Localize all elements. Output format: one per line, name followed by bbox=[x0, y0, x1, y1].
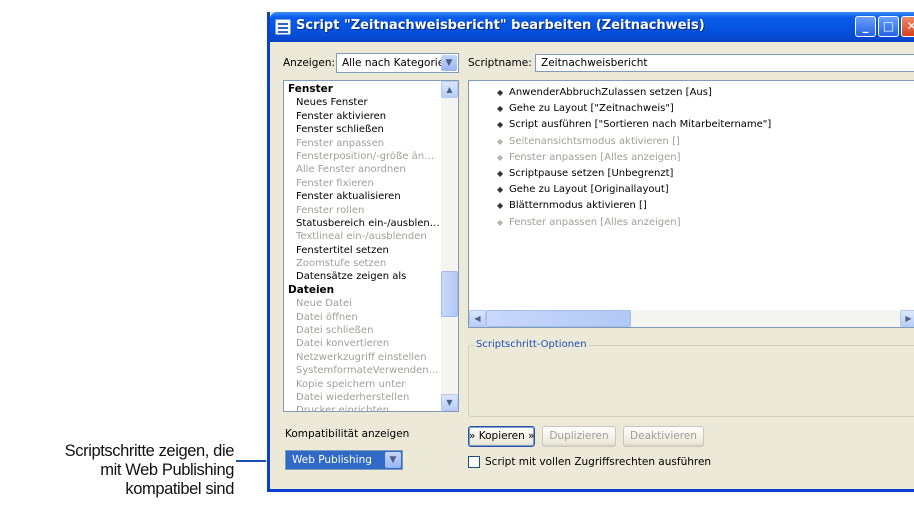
script-step-row[interactable]: ◆ Gehe zu Layout [Originallayout] bbox=[497, 184, 669, 195]
category-step-item[interactable]: Zoomstufe setzen bbox=[287, 257, 440, 270]
chevron-down-icon[interactable]: ▼ bbox=[441, 55, 457, 71]
script-icon bbox=[275, 19, 291, 35]
step-category-list[interactable]: Fenster Neues Fenster Fenster aktivieren Fe… bbox=[283, 80, 459, 412]
step-move-handle-icon[interactable]: ◆ bbox=[497, 88, 509, 97]
chevron-down-icon[interactable]: ▼ bbox=[385, 452, 401, 468]
minimize-button[interactable]: _ bbox=[855, 16, 876, 37]
compatibility-value: Web Publishing bbox=[292, 454, 372, 466]
script-step-text: Gehe zu Layout ["Zeitnachweis"] bbox=[509, 103, 674, 115]
step-move-handle-icon[interactable]: ◆ bbox=[497, 104, 509, 113]
category-step-item[interactable]: Datei öffnen bbox=[287, 311, 440, 324]
show-category-value: Alle nach Kategorie bbox=[342, 57, 445, 69]
category-step-item[interactable]: Textlineal ein-/ausblenden bbox=[287, 230, 440, 243]
callout-line-1: Scriptschritte zeigen, die bbox=[64, 442, 235, 460]
script-step-text: Script ausführen ["Sortieren nach Mitarb… bbox=[509, 119, 772, 131]
step-move-handle-icon[interactable]: ◆ bbox=[497, 137, 509, 146]
step-move-handle-icon[interactable]: ◆ bbox=[497, 218, 509, 227]
scriptname-label: Scriptname: bbox=[468, 57, 532, 69]
script-step-row[interactable]: ◆ Fenster anpassen [Alles anzeigen] bbox=[497, 152, 681, 163]
script-step-text: Blätternmodus aktivieren [] bbox=[509, 200, 647, 212]
script-step-text: Gehe zu Layout [Originallayout] bbox=[509, 184, 669, 196]
category-step-item[interactable]: Fenster anpassen bbox=[287, 137, 440, 150]
script-step-row[interactable]: ◆ Blätternmodus aktivieren [] bbox=[497, 200, 647, 211]
step-move-handle-icon[interactable]: ◆ bbox=[497, 120, 509, 129]
script-step-row[interactable]: ◆ AnwenderAbbruchZulassen setzen [Aus] bbox=[497, 87, 712, 98]
category-step-item[interactable]: Drucker einrichten bbox=[287, 404, 440, 411]
category-step-item[interactable]: Fenstertitel setzen bbox=[287, 244, 440, 257]
script-editor-window: Script "Zeitnachweisbericht" bearbeiten … bbox=[267, 12, 914, 492]
callout-line-3: kompatibel sind bbox=[125, 480, 234, 498]
category-step-item[interactable]: Kopie speichern unter bbox=[287, 378, 440, 391]
close-button[interactable]: ✕ bbox=[901, 16, 914, 37]
category-step-item[interactable]: Alle Fenster anordnen bbox=[287, 163, 440, 176]
steps-horizontal-scrollbar[interactable]: ◀ ▶ bbox=[469, 310, 914, 327]
step-move-handle-icon[interactable]: ◆ bbox=[497, 201, 509, 210]
show-label: Anzeigen: bbox=[283, 57, 336, 69]
category-scrollbar[interactable]: ▲ ▼ bbox=[441, 81, 458, 411]
category-header[interactable]: Fenster bbox=[287, 83, 440, 96]
category-step-item[interactable]: Fenster fixieren bbox=[287, 177, 440, 190]
category-step-item[interactable]: Fenster aktivieren bbox=[287, 110, 440, 123]
title-bar[interactable]: Script "Zeitnachweisbericht" bearbeiten … bbox=[270, 12, 914, 42]
callout-line-2: mit Web Publishing bbox=[100, 461, 234, 479]
compatibility-select[interactable]: Web Publishing ▼ bbox=[285, 450, 403, 470]
category-step-item[interactable]: Datei konvertieren bbox=[287, 337, 440, 350]
duplicate-button[interactable]: Duplizieren bbox=[542, 426, 616, 447]
category-step-item[interactable]: Netzwerkzugriff einstellen bbox=[287, 351, 440, 364]
category-step-item[interactable]: Neues Fenster bbox=[287, 96, 440, 109]
category-header[interactable]: Dateien bbox=[287, 284, 440, 297]
callout-annotation: Scriptschritte zeigen, die mit Web Publi… bbox=[0, 442, 235, 499]
script-step-row[interactable]: ◆ Gehe zu Layout ["Zeitnachweis"] bbox=[497, 103, 674, 114]
full-access-label: Script mit vollen Zugriffsrechten ausfüh… bbox=[485, 456, 712, 468]
callout-pointer bbox=[236, 460, 266, 462]
deactivate-button[interactable]: Deaktivieren bbox=[623, 426, 704, 447]
step-move-handle-icon[interactable]: ◆ bbox=[497, 153, 509, 162]
script-step-text: Fenster anpassen [Alles anzeigen] bbox=[509, 151, 681, 163]
script-step-text: AnwenderAbbruchZulassen setzen [Aus] bbox=[509, 87, 712, 98]
step-options-title: Scriptschritt-Optionen bbox=[474, 339, 589, 350]
window-title: Script "Zeitnachweisbericht" bearbeiten … bbox=[296, 18, 705, 33]
script-steps-panel[interactable]: ◆ AnwenderAbbruchZulassen setzen [Aus] ◆ Ge… bbox=[468, 80, 914, 328]
category-step-item[interactable]: Datei wiederherstellen bbox=[287, 391, 440, 404]
category-step-item[interactable]: Datei schließen bbox=[287, 324, 440, 337]
scroll-up-icon[interactable]: ▲ bbox=[441, 81, 458, 98]
scriptname-input[interactable]: Zeitnachweisbericht bbox=[535, 54, 914, 72]
copy-button[interactable]: » Kopieren » bbox=[468, 426, 535, 447]
scrollbar-thumb[interactable] bbox=[441, 271, 458, 317]
horizontal-scrollbar-thumb[interactable] bbox=[486, 310, 631, 327]
show-category-select[interactable]: Alle nach Kategorie ▼ bbox=[336, 53, 459, 73]
full-access-checkbox[interactable] bbox=[468, 456, 480, 468]
script-step-row[interactable]: ◆ Seitenansichtsmodus aktivieren [] bbox=[497, 136, 680, 147]
maximize-button[interactable]: □ bbox=[878, 16, 899, 37]
category-step-item[interactable]: Neue Datei bbox=[287, 297, 440, 310]
scroll-right-icon[interactable]: ▶ bbox=[900, 310, 914, 327]
script-step-text: Fenster anpassen [Alles anzeigen] bbox=[509, 216, 681, 228]
category-step-item[interactable]: SystemformateVerwenden … bbox=[287, 364, 440, 377]
scroll-left-icon[interactable]: ◀ bbox=[469, 310, 486, 327]
category-step-item[interactable]: Fensterposition/-größe änd… bbox=[287, 150, 440, 163]
category-items: Fenster Neues Fenster Fenster aktivieren Fe… bbox=[287, 83, 440, 411]
script-step-text: Seitenansichtsmodus aktivieren [] bbox=[509, 135, 680, 147]
step-move-handle-icon[interactable]: ◆ bbox=[497, 185, 509, 194]
scroll-down-icon[interactable]: ▼ bbox=[441, 394, 458, 411]
script-step-row[interactable]: ◆ Fenster anpassen [Alles anzeigen] bbox=[497, 217, 681, 228]
category-step-item[interactable]: Statusbereich ein-/ausblen… bbox=[287, 217, 440, 230]
category-step-item[interactable]: Datensätze zeigen als bbox=[287, 270, 440, 283]
script-step-text: Scriptpause setzen [Unbegrenzt] bbox=[509, 168, 674, 179]
script-step-row[interactable]: ◆ Script ausführen ["Sortieren nach Mitar… bbox=[497, 119, 771, 130]
category-step-item[interactable]: Fenster schließen bbox=[287, 123, 440, 136]
category-step-item[interactable]: Fenster rollen bbox=[287, 204, 440, 217]
category-step-item[interactable]: Fenster aktualisieren bbox=[287, 190, 440, 203]
compat-label: Kompatibilität anzeigen bbox=[285, 428, 410, 440]
step-options-group: Scriptschritt-Optionen bbox=[468, 339, 914, 417]
script-step-row[interactable]: ◆ Scriptpause setzen [Unbegrenzt] bbox=[497, 168, 673, 179]
step-move-handle-icon[interactable]: ◆ bbox=[497, 169, 509, 178]
